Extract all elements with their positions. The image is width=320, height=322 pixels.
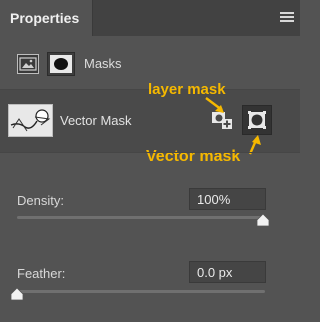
density-slider-thumb[interactable] bbox=[256, 213, 270, 227]
layer-mask-arrow-icon bbox=[205, 97, 224, 113]
density-label: Density: bbox=[17, 193, 64, 208]
tab-properties[interactable]: Properties bbox=[0, 0, 93, 36]
vector-mask-label: Vector Mask bbox=[60, 113, 132, 128]
vector-mask-annotation: Vector mask bbox=[146, 148, 241, 165]
feather-slider-track[interactable] bbox=[17, 290, 265, 293]
feather-slider-thumb[interactable] bbox=[10, 287, 24, 301]
image-layer-icon[interactable] bbox=[17, 54, 39, 74]
panel-tab-bar: Properties bbox=[0, 0, 300, 36]
feather-input[interactable] bbox=[189, 261, 266, 283]
feather-label: Feather: bbox=[17, 266, 66, 281]
vector-mask-arrow-icon bbox=[248, 135, 261, 155]
masks-label: Masks bbox=[84, 56, 122, 71]
add-vector-mask-button[interactable] bbox=[242, 105, 272, 135]
vector-mask-select-icon[interactable] bbox=[47, 52, 75, 76]
density-slider-track[interactable] bbox=[17, 216, 265, 219]
vector-mask-thumbnail[interactable] bbox=[8, 104, 53, 137]
divider bbox=[0, 152, 300, 153]
density-input[interactable] bbox=[189, 188, 266, 210]
panel-menu-icon[interactable] bbox=[280, 12, 294, 22]
